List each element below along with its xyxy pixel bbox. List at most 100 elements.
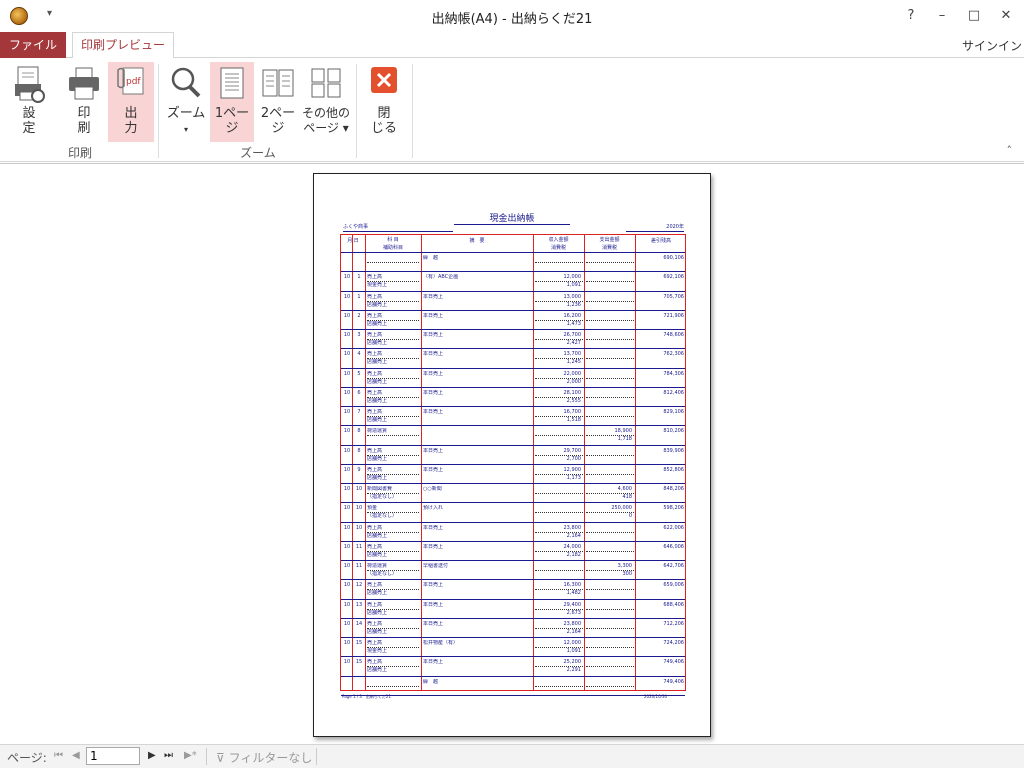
row-dotted-rule	[535, 550, 583, 552]
previous-page-button[interactable]: ◀	[72, 750, 80, 761]
row-description: 本日売上	[423, 601, 444, 608]
row-account: 売上高	[367, 293, 383, 300]
header-balance: 差引残高	[650, 238, 671, 244]
ledger-row: 10 11 売上高 店舗売上 本日売上 24,000 2,182 646,006	[341, 542, 685, 562]
row-dotted-rule	[367, 281, 419, 283]
close-preview-button[interactable]: 閉じる	[362, 62, 406, 142]
row-balance: 810,206	[663, 428, 684, 435]
page-setup-icon	[15, 66, 45, 103]
row-dotted-rule	[367, 512, 419, 514]
row-dotted-rule	[367, 396, 419, 398]
row-day: 2	[357, 312, 361, 319]
row-dotted-rule	[586, 627, 634, 629]
multiple-pages-button[interactable]: その他の ページ ▾	[300, 62, 352, 142]
row-income: 23,800	[563, 620, 582, 627]
row-dotted-rule	[367, 666, 419, 668]
row-description: 本日売上	[423, 312, 444, 319]
export-pdf-button[interactable]: pdf 出力	[108, 62, 154, 142]
row-dotted-rule	[535, 570, 583, 572]
row-balance: 852,806	[663, 466, 684, 473]
row-account: 売上高	[367, 332, 383, 339]
page-setup-label-2: 定	[22, 121, 36, 136]
row-description: 預け入れ	[423, 505, 444, 512]
last-page-button[interactable]: ⏭	[164, 750, 173, 761]
row-account: 預金	[367, 505, 378, 512]
row-income-tax: 2,427	[566, 340, 581, 347]
title-bar: ▾ 出納帳(A4) - 出納らくだ21 ? – □ ✕	[0, 0, 1024, 32]
printer-icon	[69, 67, 99, 100]
print-button[interactable]: 印刷	[62, 62, 106, 142]
new-record-button[interactable]: ▶*	[184, 750, 197, 761]
minimize-button[interactable]: –	[931, 5, 953, 27]
row-dotted-rule	[367, 416, 419, 418]
row-dotted-rule	[586, 666, 634, 668]
next-page-button[interactable]: ▶	[148, 750, 156, 761]
zoom-button[interactable]: ズーム ▾	[164, 62, 208, 142]
row-day: 10	[355, 524, 363, 531]
row-expense: 250,000	[611, 505, 632, 512]
row-income-tax: 1,482	[566, 590, 581, 597]
row-sub-account: 店舗売上	[367, 609, 388, 616]
row-income: 26,700	[563, 332, 582, 339]
row-income-tax: 1,091	[566, 282, 581, 289]
two-page-button[interactable]: 2ページ	[256, 62, 300, 142]
header-income: 収入金額	[548, 237, 569, 243]
row-day: 10	[355, 505, 363, 512]
row-dotted-rule	[367, 608, 419, 610]
help-button[interactable]: ?	[900, 5, 922, 27]
row-balance: 705,706	[663, 293, 684, 300]
report-footer-left: Page 1 / 3 出納らくだ21	[342, 694, 392, 699]
filter-status[interactable]: ⊽ フィルターなし	[216, 749, 312, 766]
ribbon-separator	[412, 64, 413, 158]
row-dotted-rule	[367, 685, 419, 687]
row-income-tax: 2,700	[566, 455, 581, 462]
row-income: 13,000	[563, 293, 582, 300]
row-sub-account: 店舗売上	[367, 628, 388, 635]
two-page-label-1: 2ペー	[260, 106, 296, 121]
page-setup-label-1: 設	[22, 106, 36, 121]
row-sub-account: 店舗売上	[367, 340, 388, 347]
row-balance: 784,306	[663, 370, 684, 377]
one-page-button[interactable]: 1ページ	[210, 62, 254, 142]
row-dotted-rule	[586, 454, 634, 456]
row-dotted-rule	[586, 319, 634, 321]
group-label-zoom: ズーム	[240, 146, 276, 160]
row-dotted-rule	[535, 416, 583, 418]
header-expense: 支出金額	[599, 237, 620, 243]
close-preview-icon	[371, 67, 397, 93]
ledger-row: 10 10 新聞図書費 （指定なし） ○○新聞 4,600 418 848,206	[341, 484, 685, 504]
row-sub-account: （指定なし）	[367, 494, 398, 501]
row-day: 11	[355, 563, 363, 570]
tab-print-preview[interactable]: 印刷プレビュー	[72, 32, 174, 59]
signin-link[interactable]: サインイン	[962, 37, 1022, 54]
row-account: 売上高	[367, 524, 383, 531]
collapse-ribbon-icon[interactable]: ˄	[1007, 144, 1013, 157]
row-income: 16,300	[563, 582, 582, 589]
window-title: 出納帳(A4) - 出納らくだ21	[431, 12, 593, 27]
row-dotted-rule	[586, 608, 634, 610]
tab-file[interactable]: ファイル	[0, 32, 66, 58]
page-setup-button[interactable]: 設定	[6, 62, 52, 142]
row-description: 本日売上	[423, 447, 444, 454]
page-number-input[interactable]	[86, 747, 140, 765]
row-account: 売上高	[367, 582, 383, 589]
row-sub-account: 現金売上	[367, 648, 388, 655]
first-page-button[interactable]: ⏮	[54, 750, 63, 761]
row-dotted-rule	[535, 377, 583, 379]
row-income: 16,700	[563, 409, 582, 416]
row-month: 10	[343, 524, 351, 531]
preview-workspace[interactable]: 現金出納帳 ふくや商事 2020年 月 日 科 目 補助科目 摘 要 収入金額 …	[0, 163, 1024, 744]
row-balance: 712,206	[663, 620, 684, 627]
row-dotted-rule	[367, 300, 419, 302]
row-dotted-rule	[535, 339, 583, 341]
maximize-button[interactable]: □	[963, 5, 985, 27]
row-day: 9	[357, 466, 361, 473]
close-window-button[interactable]: ✕	[995, 5, 1017, 27]
row-account: 売上高	[367, 466, 383, 473]
row-dotted-rule	[535, 666, 583, 668]
row-balance: 748,606	[663, 332, 684, 339]
row-dotted-rule	[535, 473, 583, 475]
row-description: 本日売上	[423, 543, 444, 550]
ledger-row: 10 10 売上高 店舗売上 本日売上 23,800 2,164 622,006	[341, 523, 685, 542]
row-dotted-rule	[367, 493, 419, 495]
